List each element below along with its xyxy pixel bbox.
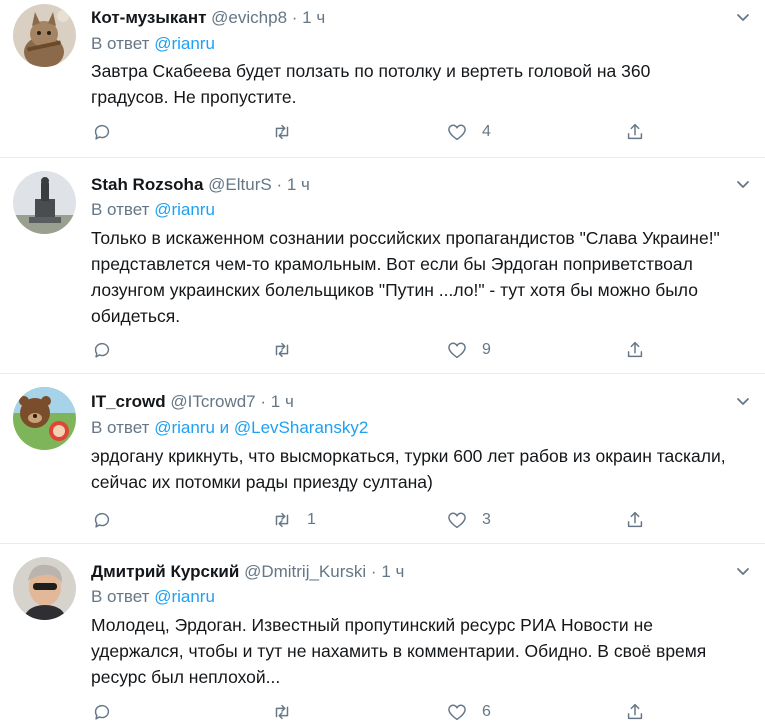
tweet-text: Только в искаженном сознании российских … — [91, 228, 720, 326]
author-handle[interactable]: @ITcrowd7 — [170, 392, 255, 411]
chevron-down-icon[interactable] — [733, 175, 753, 195]
reply-to: В ответ @rianru и @LevSharansky2 — [91, 417, 368, 439]
chevron-down-icon[interactable] — [733, 8, 753, 28]
reply-icon — [94, 342, 110, 358]
reply-icon — [94, 704, 110, 720]
reply-icon — [94, 512, 110, 528]
author-name[interactable]: Кот-музыкант — [91, 8, 206, 27]
share-icon — [627, 341, 643, 358]
share-button[interactable] — [624, 508, 646, 532]
author-name[interactable]: Stah Rozsoha — [91, 175, 203, 194]
reply-button[interactable] — [91, 338, 113, 362]
reply-to-handle-2[interactable]: @LevSharansky2 — [234, 418, 368, 437]
tweet-text: эрдогану крикнуть, что высморкаться, тур… — [91, 446, 726, 492]
like-button[interactable]: 9 — [446, 338, 491, 362]
tweet-text: Молодец, Эрдоган. Известный пропутинский… — [91, 615, 707, 687]
retweet-count: 1 — [307, 511, 316, 528]
tweet[interactable]: Кот-музыкант @evichp8 · 1 ч В ответ @ria… — [0, 0, 765, 158]
like-count: 3 — [482, 511, 491, 528]
reply-to-handle[interactable]: @rianru — [154, 418, 215, 437]
tweet[interactable]: Дмитрий Курский @Dmitrij_Kurski · 1 ч В … — [0, 544, 765, 727]
author-name[interactable]: IT_crowd — [91, 392, 166, 411]
share-icon — [627, 703, 643, 720]
reply-to: В ответ @rianru — [91, 199, 215, 221]
like-icon — [448, 512, 466, 529]
chevron-down-icon[interactable] — [733, 562, 753, 582]
reply-to-label: В ответ — [91, 200, 150, 219]
reply-to-conjunction: и — [219, 418, 230, 437]
like-count: 4 — [482, 123, 491, 140]
share-button[interactable] — [624, 700, 646, 724]
timestamp[interactable]: 1 ч — [271, 392, 294, 411]
like-button[interactable]: 4 — [446, 120, 491, 144]
like-icon — [448, 342, 466, 359]
tweet[interactable]: Stah Rozsoha @ElturS · 1 ч В ответ @rian… — [0, 158, 765, 374]
tweet[interactable]: IT_crowd @ITcrowd7 · 1 ч В ответ @rianru… — [0, 374, 765, 544]
reply-to-handle[interactable]: @rianru — [154, 200, 215, 219]
like-button[interactable]: 6 — [446, 700, 491, 724]
cat-avatar[interactable] — [13, 4, 76, 67]
retweet-button[interactable] — [271, 700, 307, 724]
separator-dot: · — [260, 392, 267, 411]
separator-dot: · — [370, 562, 377, 581]
reply-button[interactable] — [91, 700, 113, 724]
reply-to-handle[interactable]: @rianru — [154, 34, 215, 53]
timestamp[interactable]: 1 ч — [302, 8, 325, 27]
reply-button[interactable] — [91, 508, 113, 532]
separator-dot: · — [291, 8, 298, 27]
author-handle[interactable]: @Dmitrij_Kurski — [244, 562, 366, 581]
retweet-icon — [275, 342, 289, 358]
share-button[interactable] — [624, 120, 646, 144]
reply-to: В ответ @rianru — [91, 586, 215, 608]
separator-dot: · — [276, 175, 283, 194]
timestamp[interactable]: 1 ч — [381, 562, 404, 581]
like-count: 6 — [482, 703, 491, 720]
author-handle[interactable]: @evichp8 — [211, 8, 287, 27]
reply-icon — [94, 124, 110, 140]
retweet-icon — [275, 704, 289, 720]
like-icon — [448, 704, 466, 721]
reply-to-label: В ответ — [91, 34, 150, 53]
reply-to: В ответ @rianru — [91, 33, 215, 55]
chevron-down-icon[interactable] — [733, 392, 753, 412]
share-icon — [627, 123, 643, 140]
retweet-icon — [275, 512, 289, 528]
share-button[interactable] — [624, 338, 646, 362]
like-count: 9 — [482, 341, 491, 358]
reply-to-label: В ответ — [91, 587, 150, 606]
like-button[interactable]: 3 — [446, 508, 491, 532]
bear-avatar[interactable] — [13, 387, 76, 450]
reply-to-label: В ответ — [91, 418, 150, 437]
reply-to-handle[interactable]: @rianru — [154, 587, 215, 606]
author-name[interactable]: Дмитрий Курский — [91, 562, 239, 581]
monument-avatar[interactable] — [13, 171, 76, 234]
share-icon — [627, 511, 643, 528]
person-avatar[interactable] — [13, 557, 76, 620]
retweet-button[interactable] — [271, 338, 307, 362]
timestamp[interactable]: 1 ч — [287, 175, 310, 194]
retweet-button[interactable]: 1 — [271, 508, 316, 532]
author-handle[interactable]: @ElturS — [208, 175, 272, 194]
retweet-icon — [275, 124, 289, 140]
retweet-button[interactable] — [271, 120, 307, 144]
like-icon — [448, 124, 466, 141]
tweet-text: Завтра Скабеева будет ползать по потолку… — [91, 61, 651, 107]
reply-button[interactable] — [91, 120, 113, 144]
